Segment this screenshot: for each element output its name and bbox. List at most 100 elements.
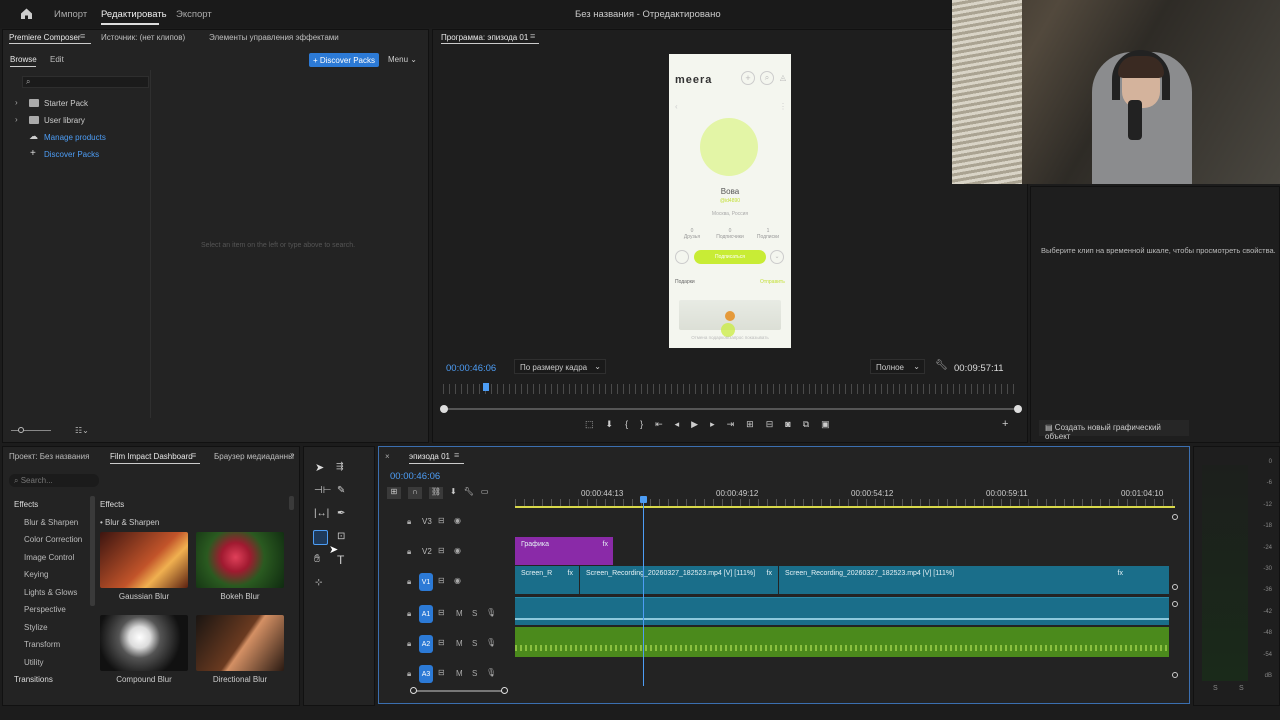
- solo-icon[interactable]: S: [472, 609, 477, 618]
- vertical-scroll-handle[interactable]: [1172, 584, 1178, 590]
- go-to-out-icon[interactable]: ⇥: [727, 419, 735, 433]
- category-transitions[interactable]: Transitions: [3, 671, 95, 689]
- category-effects[interactable]: Effects: [3, 496, 95, 514]
- track-target-a1[interactable]: A1: [419, 605, 433, 623]
- composer-search[interactable]: ⌕: [22, 76, 149, 88]
- tab-menu-icon[interactable]: ≡: [80, 31, 85, 41]
- solo-icon[interactable]: S: [472, 669, 477, 678]
- solo-right-button[interactable]: S: [1239, 685, 1244, 692]
- category-item[interactable]: Color Correction: [3, 531, 95, 549]
- timeline-playhead[interactable]: [643, 496, 644, 686]
- tree-item-user-library[interactable]: › User library: [9, 113, 149, 130]
- selection-tool-icon[interactable]: ➤: [315, 461, 324, 474]
- sync-icon[interactable]: ⊟: [438, 668, 445, 677]
- linked-icon[interactable]: ⛓: [429, 487, 443, 499]
- safe-margins-icon[interactable]: ▣: [821, 419, 830, 433]
- settings-wrench-icon[interactable]: 🔧︎: [464, 487, 474, 499]
- razor-tool-icon[interactable]: ✎: [337, 485, 345, 496]
- project-tab[interactable]: Проект: Без названия: [9, 452, 89, 461]
- track-target-v1[interactable]: V1: [419, 573, 433, 591]
- more-tabs-icon[interactable]: »: [290, 450, 294, 459]
- sequence-tab[interactable]: эпизода 01: [409, 452, 450, 461]
- sync-icon[interactable]: ⊟: [438, 516, 445, 525]
- category-item[interactable]: Utility: [3, 654, 95, 672]
- tree-item-manage-products[interactable]: ☁ Manage products: [9, 130, 149, 147]
- solo-icon[interactable]: S: [472, 639, 477, 648]
- sync-icon[interactable]: ⊟: [438, 576, 445, 585]
- quality-select[interactable]: Полное ⌄: [870, 359, 925, 374]
- fit-select[interactable]: По размеру кадра ⌄: [514, 359, 606, 374]
- scrub-end-handle[interactable]: [1014, 405, 1022, 413]
- thumb-compound-blur[interactable]: Compound Blur: [100, 615, 188, 689]
- step-forward-icon[interactable]: ▸: [710, 419, 715, 433]
- mute-icon[interactable]: M: [456, 639, 463, 648]
- vertical-scroll-handle[interactable]: [1172, 601, 1178, 607]
- category-item[interactable]: Perspective: [3, 601, 95, 619]
- slider-handle[interactable]: [18, 427, 24, 433]
- new-graphic-button[interactable]: ▤ Создать новый графический объект: [1039, 420, 1189, 441]
- microphone-icon[interactable]: 🎙︎: [486, 638, 496, 647]
- audio-clip-a1[interactable]: [515, 597, 1169, 625]
- lock-icon[interactable]: 🔒︎: [407, 577, 411, 587]
- sequence-tab-menu-icon[interactable]: ≡: [454, 450, 459, 460]
- play-icon[interactable]: ▶: [691, 419, 698, 433]
- eye-icon[interactable]: ◉: [454, 516, 461, 525]
- captions-icon[interactable]: ▭: [481, 487, 489, 499]
- slip-tool-icon[interactable]: |↔|: [314, 508, 329, 519]
- media-browser-tab[interactable]: Браузер медиаданны: [214, 452, 294, 461]
- zoom-right-handle[interactable]: [501, 687, 508, 694]
- sync-icon[interactable]: ⊟: [438, 546, 445, 555]
- lift-icon[interactable]: ⊞: [746, 419, 754, 433]
- marker-icon[interactable]: ⬇: [606, 419, 614, 433]
- tab-menu-icon[interactable]: ≡: [191, 450, 196, 460]
- work-area-bar[interactable]: [515, 506, 1175, 508]
- zoom-left-handle[interactable]: [410, 687, 417, 694]
- mute-icon[interactable]: M: [456, 609, 463, 618]
- rectangle-tool-icon[interactable]: [313, 530, 328, 545]
- add-button-icon[interactable]: +: [1002, 418, 1008, 430]
- frame-tool-icon[interactable]: ⊡: [337, 531, 345, 542]
- menu-edit[interactable]: Редактировать: [101, 9, 167, 20]
- scrub-start-handle[interactable]: [440, 405, 448, 413]
- extract-icon[interactable]: ⊟: [766, 419, 774, 433]
- snap-icon[interactable]: ∩: [408, 487, 422, 499]
- horizontal-zoom-bar[interactable]: [410, 687, 508, 694]
- eye-icon[interactable]: ◉: [454, 546, 461, 555]
- mark-in-icon[interactable]: {: [625, 419, 628, 433]
- tab-effect-controls[interactable]: Элементы управления эффектами: [209, 33, 339, 42]
- microphone-icon[interactable]: 🎙︎: [486, 608, 496, 617]
- tab-premiere-composer[interactable]: Premiere Composer: [9, 33, 81, 42]
- video-clip[interactable]: Screen_Recording_20260327_182523.mp4 [V]…: [779, 566, 1169, 594]
- nest-icon[interactable]: ⊞: [387, 487, 401, 499]
- hand-tool-icon[interactable]: ✋︎: [314, 553, 320, 566]
- category-item[interactable]: Blur & Sharpen: [3, 514, 95, 532]
- timeline-timecode[interactable]: 00:00:46:06: [390, 471, 440, 482]
- compare-icon[interactable]: ⧉: [803, 419, 809, 433]
- menu-dropdown[interactable]: Menu ⌄: [388, 55, 417, 64]
- lock-icon[interactable]: 🔒︎: [407, 609, 411, 619]
- captions-tool-icon[interactable]: ⊹: [315, 577, 323, 588]
- discover-packs-button[interactable]: + Discover Packs: [309, 53, 379, 67]
- graphic-clip[interactable]: Графика fx: [515, 537, 613, 565]
- category-scrollbar[interactable]: [90, 496, 95, 606]
- sync-icon[interactable]: ⊟: [438, 608, 445, 617]
- lock-icon[interactable]: 🔒︎: [407, 547, 411, 557]
- microphone-icon[interactable]: 🎙︎: [486, 668, 496, 677]
- tree-item-discover-packs[interactable]: + Discover Packs: [9, 147, 149, 164]
- category-item[interactable]: Lights & Glows: [3, 584, 95, 602]
- category-item[interactable]: Transform: [3, 636, 95, 654]
- home-icon[interactable]: [20, 7, 33, 20]
- effects-search-input[interactable]: ⌕ Search...: [9, 474, 99, 487]
- mute-icon[interactable]: M: [456, 669, 463, 678]
- sync-icon[interactable]: ⊟: [438, 638, 445, 647]
- step-back-icon[interactable]: ◂: [675, 419, 680, 433]
- thumbs-scrollbar[interactable]: [289, 496, 294, 510]
- film-impact-tab[interactable]: Film Impact Dashboard: [110, 452, 193, 461]
- zoom-slider[interactable]: [11, 427, 51, 433]
- program-tab-menu-icon[interactable]: ≡: [530, 31, 535, 41]
- eye-icon[interactable]: ◉: [454, 576, 461, 585]
- browse-tab[interactable]: Browse: [10, 55, 37, 64]
- video-clip[interactable]: Screen_R fx: [515, 566, 579, 594]
- solo-left-button[interactable]: S: [1213, 685, 1218, 692]
- thumb-bokeh-blur[interactable]: Bokeh Blur: [196, 532, 284, 606]
